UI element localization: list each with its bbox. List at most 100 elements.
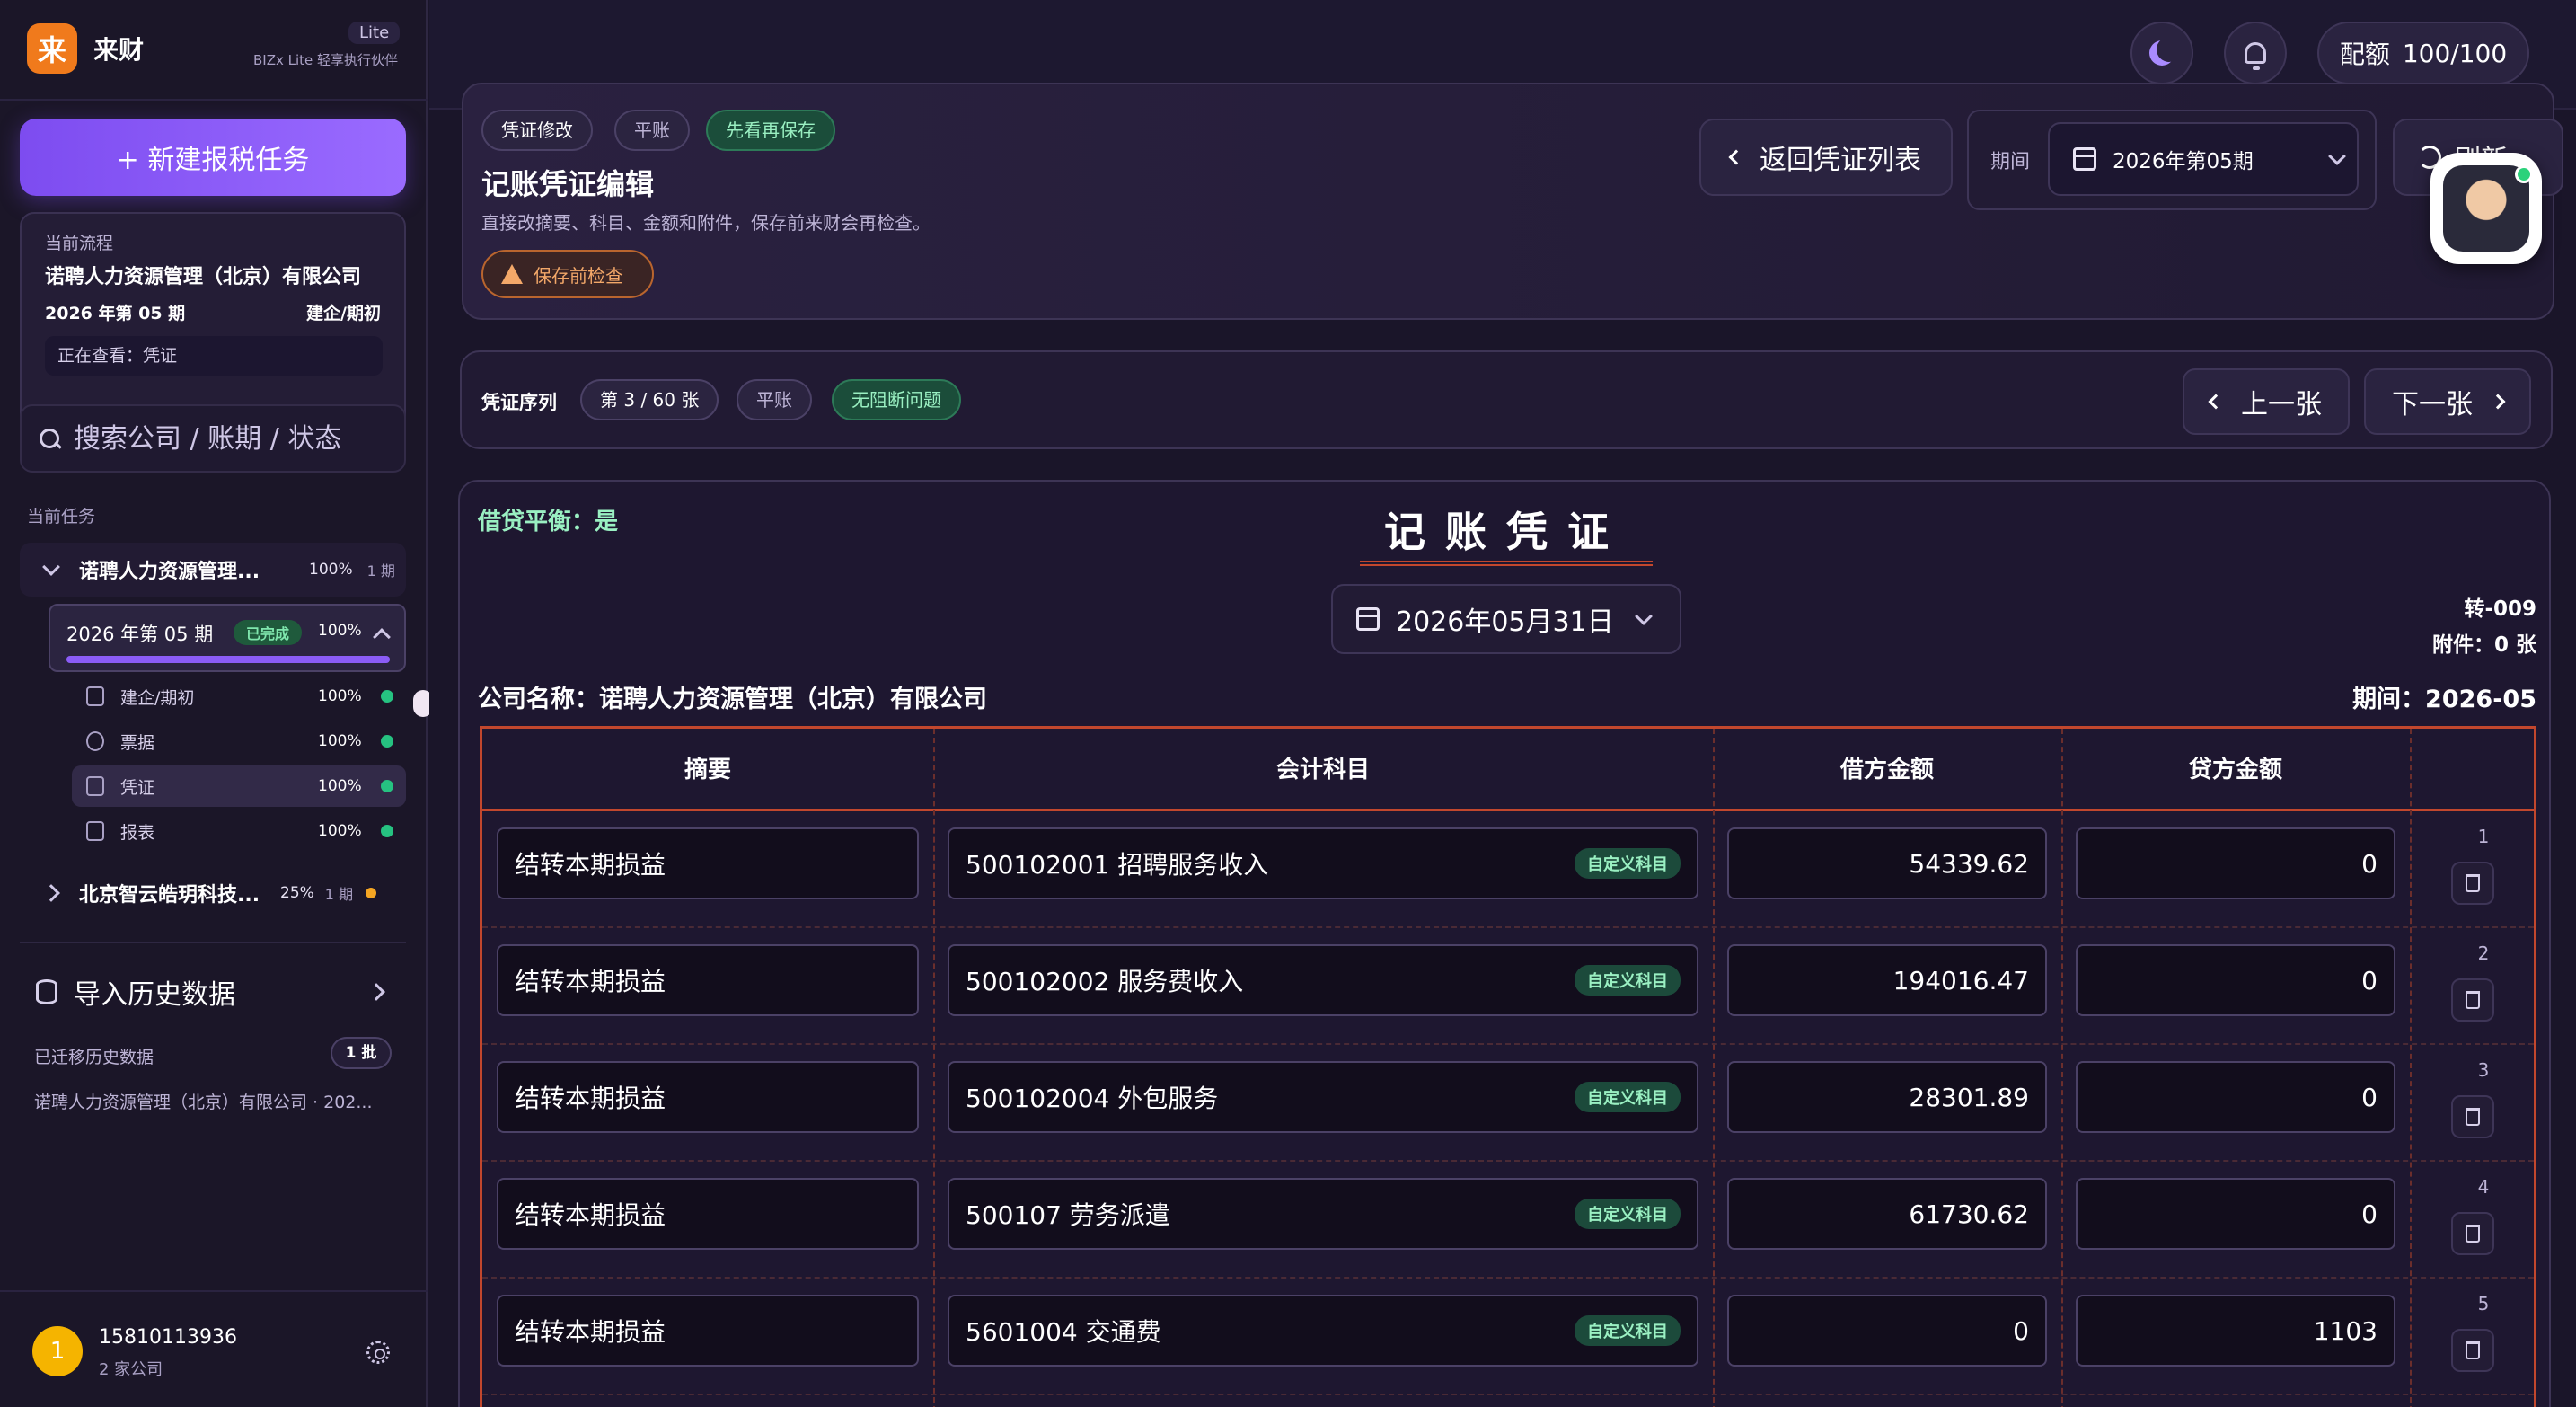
status-badge: 已完成: [234, 620, 303, 645]
bell-icon: [2245, 42, 2266, 70]
theme-toggle-button[interactable]: [2130, 22, 2193, 84]
credit-input[interactable]: 0: [2076, 1178, 2395, 1250]
next-voucher-button[interactable]: 下一张: [2364, 368, 2531, 435]
company-name: 诺聘人力资源管理...: [79, 561, 260, 583]
flow-period: 2026 年第 05 期: [45, 304, 186, 323]
table-row: 结转本期损益 500107 劳务派遣 自定义科目 61730.62 0 4: [482, 1162, 2534, 1279]
step-progress: 100%: [318, 822, 362, 840]
brand-name: 来财: [93, 35, 145, 65]
period-item[interactable]: 2026 年第 05 期 已完成 100%: [49, 604, 406, 672]
account-name: 500102002 服务费收入: [966, 967, 1244, 996]
delete-row-button[interactable]: [2451, 1095, 2494, 1138]
brand[interactable]: 来 来财: [27, 22, 144, 75]
assistant-avatar-button[interactable]: [2430, 153, 2542, 264]
summary-input[interactable]: 结转本期损益: [497, 1178, 919, 1250]
flow-company: 诺聘人力资源管理（北京）有限公司: [45, 266, 362, 288]
flow-phase: 建企/期初: [306, 304, 381, 323]
chevron-down-icon: [1634, 607, 1653, 625]
prev-label: 上一张: [2241, 389, 2322, 420]
account-select[interactable]: 5601004 交通费 自定义科目: [948, 1295, 1698, 1367]
voucher-entries-table: 摘要 会计科目 借方金额 贷方金额 结转本期损益 500102001 招聘服务收入…: [480, 726, 2536, 1407]
account-select[interactable]: 500102001 招聘服务收入 自定义科目: [948, 827, 1698, 899]
quota-indicator[interactable]: 配额 100/100: [2317, 22, 2529, 84]
custom-account-badge: 自定义科目: [1575, 1199, 1681, 1229]
pre-save-check-label: 保存前检查: [534, 264, 623, 287]
account-select[interactable]: 500102004 外包服务 自定义科目: [948, 1061, 1698, 1133]
current-tasks-label: 当前任务: [27, 507, 96, 527]
debit-input[interactable]: 54339.62: [1727, 827, 2047, 899]
delete-row-button[interactable]: [2451, 1212, 2494, 1255]
company-periods: 1 期: [324, 886, 354, 903]
brand-tagline: BIZx Lite 轻享执行伙伴: [253, 52, 399, 68]
mode-pill: 凭证修改: [481, 110, 593, 151]
account-select[interactable]: 500107 劳务派遣 自定义科目: [948, 1178, 1698, 1250]
divider: [0, 99, 428, 101]
progress-bar-fill: [66, 656, 390, 663]
column-header-summary: 摘要: [684, 757, 731, 783]
search-icon: [38, 427, 61, 450]
history-item[interactable]: 诺聘人力资源管理（北京）有限公司 · 202...: [34, 1089, 393, 1113]
debit-input[interactable]: 28301.89: [1727, 1061, 2047, 1133]
chevron-right-icon: [42, 884, 60, 902]
delete-row-button[interactable]: [2451, 1329, 2494, 1372]
search-box[interactable]: [20, 404, 406, 473]
chevron-up-icon[interactable]: [373, 628, 391, 646]
history-label: 已迁移历史数据: [34, 1048, 154, 1067]
trash-icon: [2466, 991, 2480, 1009]
debit-input[interactable]: 0: [1727, 1295, 2047, 1367]
quota-label: 配额: [2339, 40, 2390, 69]
import-history-button[interactable]: 导入历史数据: [20, 967, 406, 1017]
company-item-1[interactable]: 诺聘人力资源管理... 100% 1 期: [20, 543, 406, 597]
company-progress: 25%: [280, 884, 314, 902]
credit-input[interactable]: 0: [2076, 827, 2395, 899]
issues-badge: 无阻断问题: [832, 379, 961, 420]
voucher-date-picker[interactable]: 2026年05月31日: [1331, 584, 1681, 654]
chevron-right-icon: [367, 983, 385, 1001]
gear-icon[interactable]: [366, 1341, 390, 1364]
account-select[interactable]: 500102002 服务费收入 自定义科目: [948, 944, 1698, 1016]
summary-input[interactable]: 结转本期损益: [497, 1061, 919, 1133]
company-item-2[interactable]: 北京智云皓玥科技... 25% 1 期: [20, 868, 406, 918]
credit-input[interactable]: 1103: [2076, 1295, 2395, 1367]
company-progress: 100%: [309, 561, 353, 579]
delete-row-button[interactable]: [2451, 978, 2494, 1022]
building-icon: [86, 686, 104, 706]
column-header-debit: 借方金额: [1839, 757, 1934, 783]
debit-input[interactable]: 61730.62: [1727, 1178, 2047, 1250]
step-progress: 100%: [318, 777, 362, 795]
debit-input[interactable]: 194016.47: [1727, 944, 2047, 1016]
chevron-left-icon: [1728, 149, 1744, 165]
sidebar: 来 来财 Lite BIZx Lite 轻享执行伙伴 + 新建报税任务 当前流程…: [0, 0, 428, 1407]
status-dot: [381, 780, 393, 792]
avatar[interactable]: 1: [32, 1326, 83, 1376]
prev-voucher-button[interactable]: 上一张: [2183, 368, 2350, 435]
step-item-voucher[interactable]: 凭证 100%: [72, 765, 406, 807]
notifications-button[interactable]: [2224, 22, 2287, 84]
voucher-number: 转-009: [2464, 597, 2536, 621]
table-row: 结转本期损益 5601004 交通费 自定义科目 0 1103 5: [482, 1279, 2534, 1395]
period-dropdown[interactable]: 2026年第05期: [2048, 122, 2359, 196]
pre-save-check-button[interactable]: 保存前检查: [481, 250, 654, 298]
credit-input[interactable]: 0: [2076, 1061, 2395, 1133]
credit-input[interactable]: 0: [2076, 944, 2395, 1016]
step-item-setup[interactable]: 建企/期初 100%: [72, 676, 406, 717]
row-number: 4: [2477, 1176, 2490, 1198]
summary-input[interactable]: 结转本期损益: [497, 1295, 919, 1367]
voucher-icon: [86, 776, 104, 796]
sequence-label: 凭证序列: [481, 392, 557, 413]
new-tax-task-button[interactable]: + 新建报税任务: [20, 119, 406, 196]
sequence-status: 平账: [737, 379, 812, 420]
account-name: 5601004 交通费: [966, 1317, 1161, 1347]
step-item-report[interactable]: 报表 100%: [72, 810, 406, 852]
delete-row-button[interactable]: [2451, 862, 2494, 905]
trash-icon: [2466, 1341, 2480, 1359]
attachment-count[interactable]: 附件：0 张: [2432, 627, 2536, 658]
search-input[interactable]: [74, 422, 388, 455]
back-to-list-button[interactable]: 返回凭证列表: [1699, 119, 1953, 196]
status-dot: [381, 735, 393, 748]
progress-bar: [66, 656, 390, 663]
summary-input[interactable]: 结转本期损益: [497, 827, 919, 899]
summary-input[interactable]: 结转本期损益: [497, 944, 919, 1016]
step-item-bills[interactable]: 票据 100%: [72, 721, 406, 762]
current-flow-card[interactable]: 当前流程 诺聘人力资源管理（北京）有限公司 2026 年第 05 期 建企/期初…: [20, 212, 406, 435]
